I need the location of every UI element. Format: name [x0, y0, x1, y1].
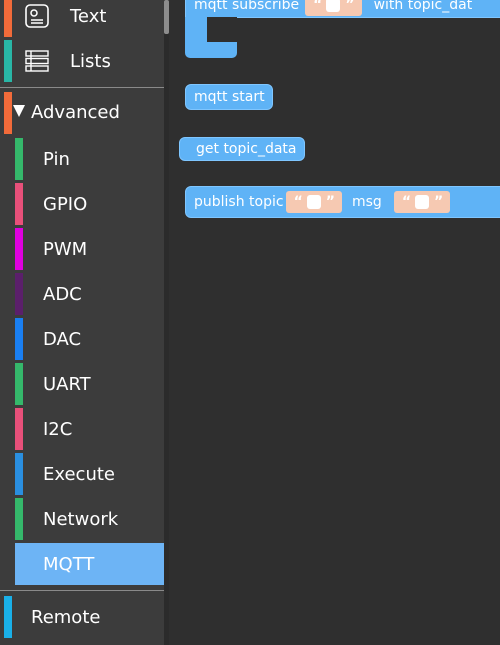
category-color-strip — [15, 498, 23, 540]
category-label: MQTT — [43, 553, 95, 575]
block-label: msg — [351, 194, 382, 210]
string-empty-box — [326, 0, 341, 12]
block-label: with topic_dat — [373, 0, 473, 13]
category-label: GPIO — [43, 193, 88, 215]
category-dac[interactable]: DAC — [0, 318, 164, 360]
category-label: I2C — [43, 418, 73, 440]
close-quote: ” — [434, 194, 443, 210]
category-color-strip — [15, 363, 23, 405]
caret-down-icon — [13, 105, 25, 117]
category-color-strip — [4, 92, 12, 134]
subscribe-block-mouth — [207, 17, 237, 42]
category-execute[interactable]: Execute — [0, 453, 164, 495]
msg-string-input[interactable]: “ ” — [393, 191, 451, 213]
category-label: Pin — [43, 148, 70, 170]
close-quote: ” — [325, 194, 335, 210]
category-label: ADC — [43, 283, 82, 305]
category-color-strip — [15, 453, 23, 495]
category-color-strip — [4, 0, 12, 37]
publish-topic-block[interactable]: publish topic “ ” msg “ ” — [185, 186, 500, 218]
category-label: Lists — [70, 50, 111, 72]
category-pwm[interactable]: PWM — [0, 228, 164, 270]
category-gpio[interactable]: GPIO — [0, 183, 164, 225]
category-uart[interactable]: UART — [0, 363, 164, 405]
subscribe-block-bottom — [185, 42, 237, 58]
open-quote: “ — [401, 194, 411, 210]
category-i2c[interactable]: I2C — [0, 408, 164, 450]
open-quote: “ — [293, 194, 303, 210]
category-color-strip — [15, 273, 23, 315]
block-label: mqtt start — [194, 89, 265, 105]
open-quote: “ — [313, 0, 322, 13]
toolbox-sidebar: Text Lists Advanced Pin GPIO PWM ADC DAC — [0, 0, 164, 645]
category-mqtt[interactable]: MQTT — [15, 543, 164, 585]
close-quote: ” — [345, 0, 354, 13]
string-empty-box — [415, 195, 430, 209]
category-label: Advanced — [31, 102, 120, 123]
category-color-strip — [15, 228, 23, 270]
category-label: Text — [70, 5, 107, 27]
block-label: get topic_data — [196, 141, 297, 157]
category-label: Execute — [43, 463, 115, 485]
category-color-strip — [4, 596, 12, 638]
topic-string-input[interactable]: “ ” — [285, 191, 342, 213]
category-label: PWM — [43, 238, 88, 260]
string-empty-box — [306, 195, 321, 209]
category-label: Network — [43, 508, 119, 530]
category-color-strip — [15, 183, 23, 225]
text-block-icon — [25, 4, 49, 28]
list-icon — [25, 50, 49, 72]
string-input[interactable]: “ ” — [305, 0, 362, 16]
category-network[interactable]: Network — [0, 498, 164, 540]
mqtt-subscribe-block[interactable]: mqtt subscribe “ ” with topic_dat — [185, 0, 500, 18]
mqtt-start-block[interactable]: mqtt start — [185, 84, 273, 110]
category-label: Remote — [31, 606, 101, 628]
category-label: UART — [43, 373, 91, 395]
toolbox-divider — [0, 87, 164, 88]
category-color-strip — [15, 138, 23, 180]
category-adc[interactable]: ADC — [0, 273, 164, 315]
blocks-workspace[interactable]: mqtt subscribe “ ” with topic_dat mqtt s… — [169, 0, 500, 645]
category-color-strip — [15, 318, 23, 360]
get-topic-data-block[interactable]: get topic_data — [179, 137, 305, 161]
category-color-strip — [4, 40, 12, 82]
category-text[interactable]: Text — [0, 0, 164, 37]
category-remote[interactable]: Remote — [0, 596, 164, 638]
category-pin[interactable]: Pin — [0, 138, 164, 180]
category-label: DAC — [43, 328, 82, 350]
block-label: mqtt subscribe — [194, 0, 300, 13]
category-advanced[interactable]: Advanced — [0, 92, 164, 134]
category-color-strip — [15, 408, 23, 450]
toolbox-divider — [0, 590, 164, 591]
category-lists[interactable]: Lists — [0, 40, 164, 82]
subscribe-block-arm — [185, 17, 207, 43]
block-label: publish topic — [194, 194, 284, 210]
